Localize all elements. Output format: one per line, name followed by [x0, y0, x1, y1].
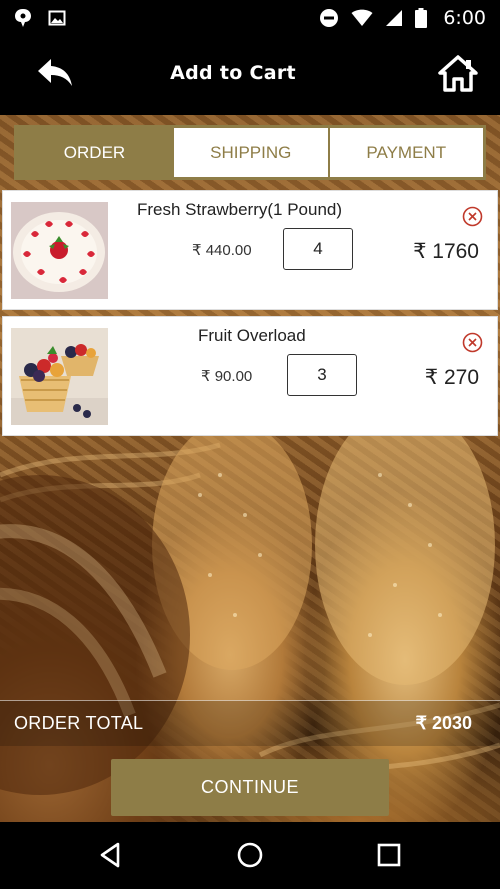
- page-title: Add to Cart: [170, 62, 296, 84]
- item-unit-price: ₹ 90.00: [201, 368, 253, 385]
- image-icon: [48, 10, 66, 25]
- wifi-icon: [351, 9, 373, 26]
- order-total-value: ₹ 2030: [415, 713, 473, 733]
- signal-icon: [386, 9, 403, 26]
- item-unit-price: ₹ 440.00: [192, 242, 252, 259]
- remove-item-icon[interactable]: [462, 332, 483, 353]
- order-total-bar: ORDER TOTAL ₹ 2030: [0, 700, 500, 746]
- tab-shipping[interactable]: SHIPPING: [174, 128, 328, 177]
- back-triangle-icon[interactable]: [96, 840, 126, 870]
- notification-icon: [15, 8, 31, 27]
- home-circle-icon[interactable]: [235, 840, 265, 870]
- app-toolbar: Add to Cart: [0, 35, 500, 115]
- checkout-tabs: ORDER SHIPPING PAYMENT: [14, 125, 486, 180]
- status-bar: 6:00: [0, 0, 500, 35]
- quantity-input[interactable]: 4: [283, 228, 353, 270]
- strawberry-cake-image: [11, 202, 108, 299]
- fruit-tart-image: [11, 328, 108, 425]
- item-line-total: ₹ 270: [424, 366, 479, 389]
- tab-payment[interactable]: PAYMENT: [329, 128, 483, 177]
- item-line-total: ₹ 1760: [413, 240, 479, 263]
- do-not-disturb-icon: [320, 8, 339, 27]
- item-name: Fruit Overload: [198, 326, 306, 345]
- battery-icon: [415, 7, 428, 28]
- order-total-label: ORDER TOTAL: [14, 713, 144, 733]
- home-icon[interactable]: [438, 55, 478, 93]
- item-name: Fresh Strawberry(1 Pound): [137, 200, 343, 219]
- cart-item: Fruit Overload ₹ 90.00 3 ₹ 270: [2, 316, 498, 436]
- cart-item: Fresh Strawberry(1 Pound) ₹ 440.00 4 ₹ 1…: [2, 190, 498, 310]
- quantity-input[interactable]: 3: [287, 354, 357, 396]
- remove-item-icon[interactable]: [462, 206, 483, 227]
- status-time: 6:00: [443, 6, 486, 29]
- recents-square-icon[interactable]: [374, 840, 404, 870]
- continue-button[interactable]: CONTINUE: [111, 759, 389, 816]
- system-nav-bar: [0, 822, 500, 889]
- tab-order[interactable]: ORDER: [17, 128, 172, 177]
